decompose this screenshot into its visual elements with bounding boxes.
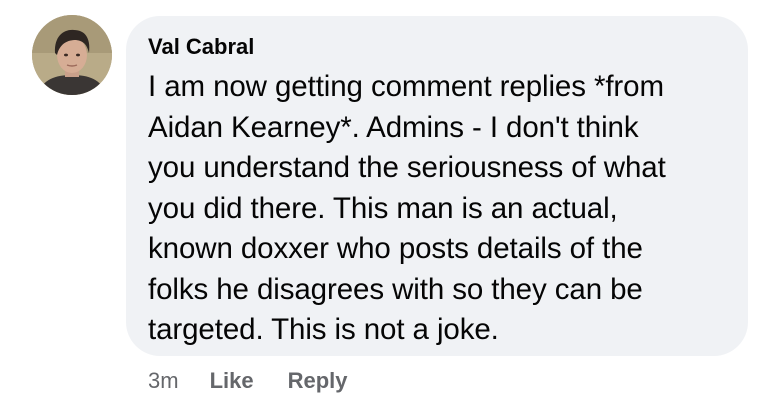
comment-text-line: known doxxer who posts details of the: [148, 232, 643, 265]
comment-text-line: I am now getting comment replies *from: [148, 70, 664, 103]
comment-bubble: Val Cabral I am now getting comment repl…: [126, 16, 748, 356]
comment-timestamp[interactable]: 3m: [148, 368, 179, 394]
comment-text: I am now getting comment replies *from A…: [148, 67, 728, 351]
comment-text-line: you understand the seriousness of what: [148, 151, 666, 184]
comment-text-line: Aidan Kearney*. Admins - I don't think: [148, 110, 639, 144]
comment-text-line: you did there. This man is an actual,: [148, 191, 618, 225]
like-button[interactable]: Like: [210, 368, 254, 394]
comment-text-line: folks he disagrees with so they can be: [148, 272, 643, 306]
profile-photo-icon: [32, 15, 112, 95]
comment-author[interactable]: Val Cabral: [148, 33, 728, 61]
comment-text-line: targeted. This is not a joke.: [148, 313, 499, 346]
reply-button[interactable]: Reply: [288, 368, 348, 394]
avatar[interactable]: [32, 15, 112, 95]
comment: Val Cabral I am now getting comment repl…: [0, 0, 780, 405]
comment-actions: 3m Like Reply: [148, 366, 348, 396]
